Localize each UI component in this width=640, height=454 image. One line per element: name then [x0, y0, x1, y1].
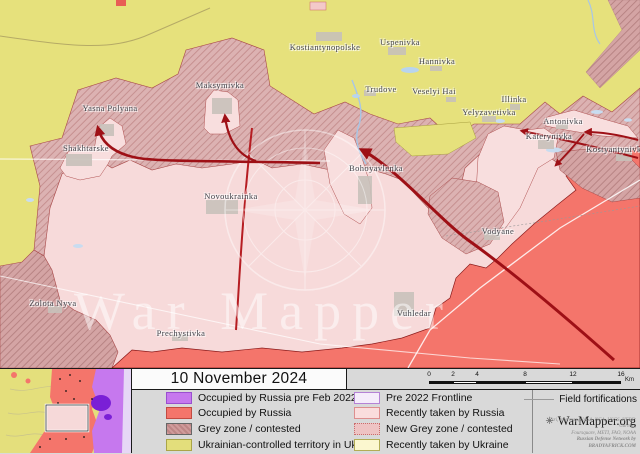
scale-segment: [525, 381, 573, 384]
town-label-prechystivka: Prechystivka: [157, 328, 206, 338]
town-label-maksymivka: Maksymivka: [196, 80, 244, 90]
scale-segment: [429, 381, 453, 384]
scale-bar: 0 2 4 8 12 16Km: [347, 369, 640, 389]
town-label-illinka: Illinka: [502, 94, 527, 104]
fortification-line-symbol: [524, 399, 554, 400]
town-label-shakhtarske: Shakhtarske: [63, 143, 109, 153]
town-label-katerynivka: Katerynivka: [526, 131, 572, 141]
legend-item-pre2022: Occupied by Russia pre Feb 2022: [166, 391, 380, 404]
legend-item-occupied: Occupied by Russia: [166, 407, 380, 420]
legend-swatch-occupied: [166, 407, 192, 419]
scale-segment: [477, 381, 525, 384]
legend-swatch-new-grey: [354, 423, 380, 435]
overview-minimap: [0, 369, 132, 453]
branding-column: Field fortifications ✳ WarMapper.org Esr…: [532, 390, 640, 453]
town-label-kostiantynopolske: Kostiantynopolske: [290, 42, 361, 52]
map-canvas: [0, 0, 640, 368]
legend-swatch-recent-ru: [354, 407, 380, 419]
town-label-yelyzavetivka: Yelyzavetivka: [462, 107, 515, 117]
compass-watermark: [225, 130, 385, 290]
town-label-novoukrainka: Novoukrainka: [204, 191, 257, 201]
date-box: 10 November 2024: [132, 369, 347, 390]
map-credits: Esri, Intermap, NASA, NGA, USGS, HERE, G…: [533, 418, 636, 451]
town-label-trudove: Trudove: [365, 84, 396, 94]
scale-box: 0 2 4 8 12 16Km: [347, 369, 640, 390]
minimap-extent-rect: [46, 405, 88, 431]
legend-label: Occupied by Russia: [198, 407, 291, 419]
legend-swatch-recent-ua: [354, 439, 380, 451]
legend-column-1: Occupied by Russia pre Feb 2022 Occupied …: [166, 391, 380, 454]
legend-column-2: Pre 2022 Frontline Recently taken by Russ…: [354, 391, 513, 454]
legend-item-greyzone: Grey zone / contested: [166, 423, 380, 436]
legend-label: Ukrainian-controlled territory in Ukrain…: [198, 439, 380, 451]
town-label-yasna-polyana: Yasna Polyana: [82, 103, 137, 113]
scale-tick: 4: [475, 371, 479, 378]
scale-tick: 16: [617, 371, 624, 378]
legend-label: Grey zone / contested: [198, 423, 301, 435]
legend-swatch-greyzone: [166, 423, 192, 435]
legend-label: Recently taken by Ukraine: [386, 439, 509, 451]
scale-tick: 2: [451, 371, 455, 378]
scale-segment: [573, 381, 621, 384]
field-fortifications-legend: Field fortifications: [524, 394, 637, 405]
scale-tick: 12: [569, 371, 576, 378]
info-panel: 10 November 2024 0 2 4 8 12 16Km Occupied by …: [0, 368, 640, 453]
legend-item-frontline: Pre 2022 Frontline: [354, 391, 513, 404]
legend-label: Pre 2022 Frontline: [386, 392, 472, 404]
legend-swatch-frontline: [354, 392, 380, 404]
credit-line: Esri, Intermap, NASA, NGA, USGS, HERE, G…: [533, 418, 636, 431]
town-label-zolota-nyva: Zolota Nyva: [29, 298, 76, 308]
legend-item-recent-ua: Recently taken by Ukraine: [354, 438, 513, 451]
town-label-vodyane: Vodyane: [482, 226, 514, 236]
legend-label: Recently taken by Russia: [386, 407, 504, 419]
scale-segment: [453, 381, 477, 384]
town-label-antonivka: Antonivka: [543, 116, 582, 126]
legend-label: New Grey zone / contested: [386, 423, 513, 435]
town-label-veselyi-hai: Veselyi Hai: [412, 86, 456, 96]
legend-swatch-ukraine: [166, 439, 192, 451]
legend-item-recent-ru: Recently taken by Russia: [354, 407, 513, 420]
town-label-kostyantynivka: Kostyantynivka: [586, 144, 640, 154]
scale-unit: Km: [625, 377, 634, 383]
legend-swatch-pre2022: [166, 392, 192, 404]
map-date: 10 November 2024: [171, 370, 308, 388]
town-label-hannivka: Hannivka: [419, 56, 455, 66]
legend-item-ukraine: Ukrainian-controlled territory in Ukrain…: [166, 438, 380, 451]
battle-map: War Mapper KostiantynopolskeUspenivkaHan…: [0, 0, 640, 368]
town-label-vuhledar: Vuhledar: [397, 308, 431, 318]
fortification-label: Field fortifications: [559, 394, 637, 405]
legend: Occupied by Russia pre Feb 2022 Occupied …: [132, 390, 532, 454]
minimap-canvas: [0, 369, 132, 453]
legend-label: Occupied by Russia pre Feb 2022: [198, 392, 357, 404]
scale-tick: 8: [523, 371, 527, 378]
scale-tick: 0: [427, 371, 431, 378]
town-label-uspenivka: Uspenivka: [380, 37, 420, 47]
town-label-bohoyavlenka: Bohoyavlenka: [349, 163, 403, 173]
credit-line: Russian Defense Network by BRADYAFRICK.C…: [533, 437, 636, 450]
legend-item-new-grey: New Grey zone / contested: [354, 423, 513, 436]
